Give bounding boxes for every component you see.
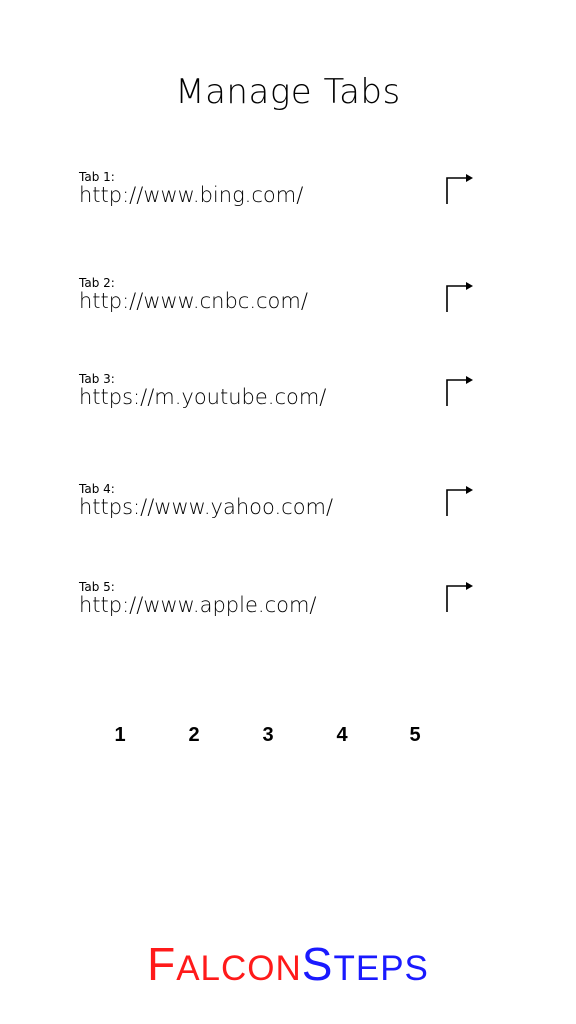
page-2-button[interactable]: 2 [174,722,214,748]
page-1-button[interactable]: 1 [100,722,140,748]
open-tab-5-button[interactable] [445,582,477,614]
open-tab-3-button[interactable] [445,376,477,408]
tab-url[interactable]: http://www.apple.com/ [79,592,317,618]
page-4-button[interactable]: 4 [322,722,362,748]
tab-url[interactable]: https://m.youtube.com/ [79,384,326,410]
tab-page-selector: 1 2 3 4 5 [0,722,576,752]
logo-word-falcon: FALCON [147,938,302,990]
logo-word-steps: STEPS [301,938,429,990]
open-tab-arrow-icon [446,376,473,406]
page-5-button[interactable]: 5 [395,722,435,748]
open-tab-arrow-icon [446,282,473,312]
open-tab-1-button[interactable] [445,174,477,206]
open-tab-4-button[interactable] [445,486,477,518]
open-tab-arrow-icon [446,582,473,612]
page-3-button[interactable]: 3 [248,722,288,748]
open-tab-arrow-icon [446,486,473,516]
open-tab-arrow-icon [446,174,473,204]
falconsteps-logo: FALCONSTEPS [0,938,576,1002]
tab-url[interactable]: http://www.bing.com/ [79,182,303,208]
tab-url[interactable]: https://www.yahoo.com/ [79,494,333,520]
page-title: Manage Tabs [175,72,401,112]
open-tab-2-button[interactable] [445,282,477,314]
tab-item-1: Tab 1: http://www.bing.com/ [79,170,479,218]
tab-item-4: Tab 4: https://www.yahoo.com/ [79,482,479,530]
tab-item-3: Tab 3: https://m.youtube.com/ [79,372,479,420]
tab-url[interactable]: http://www.cnbc.com/ [79,288,308,314]
tab-item-5: Tab 5: http://www.apple.com/ [79,580,479,628]
tab-item-2: Tab 2: http://www.cnbc.com/ [79,276,479,324]
